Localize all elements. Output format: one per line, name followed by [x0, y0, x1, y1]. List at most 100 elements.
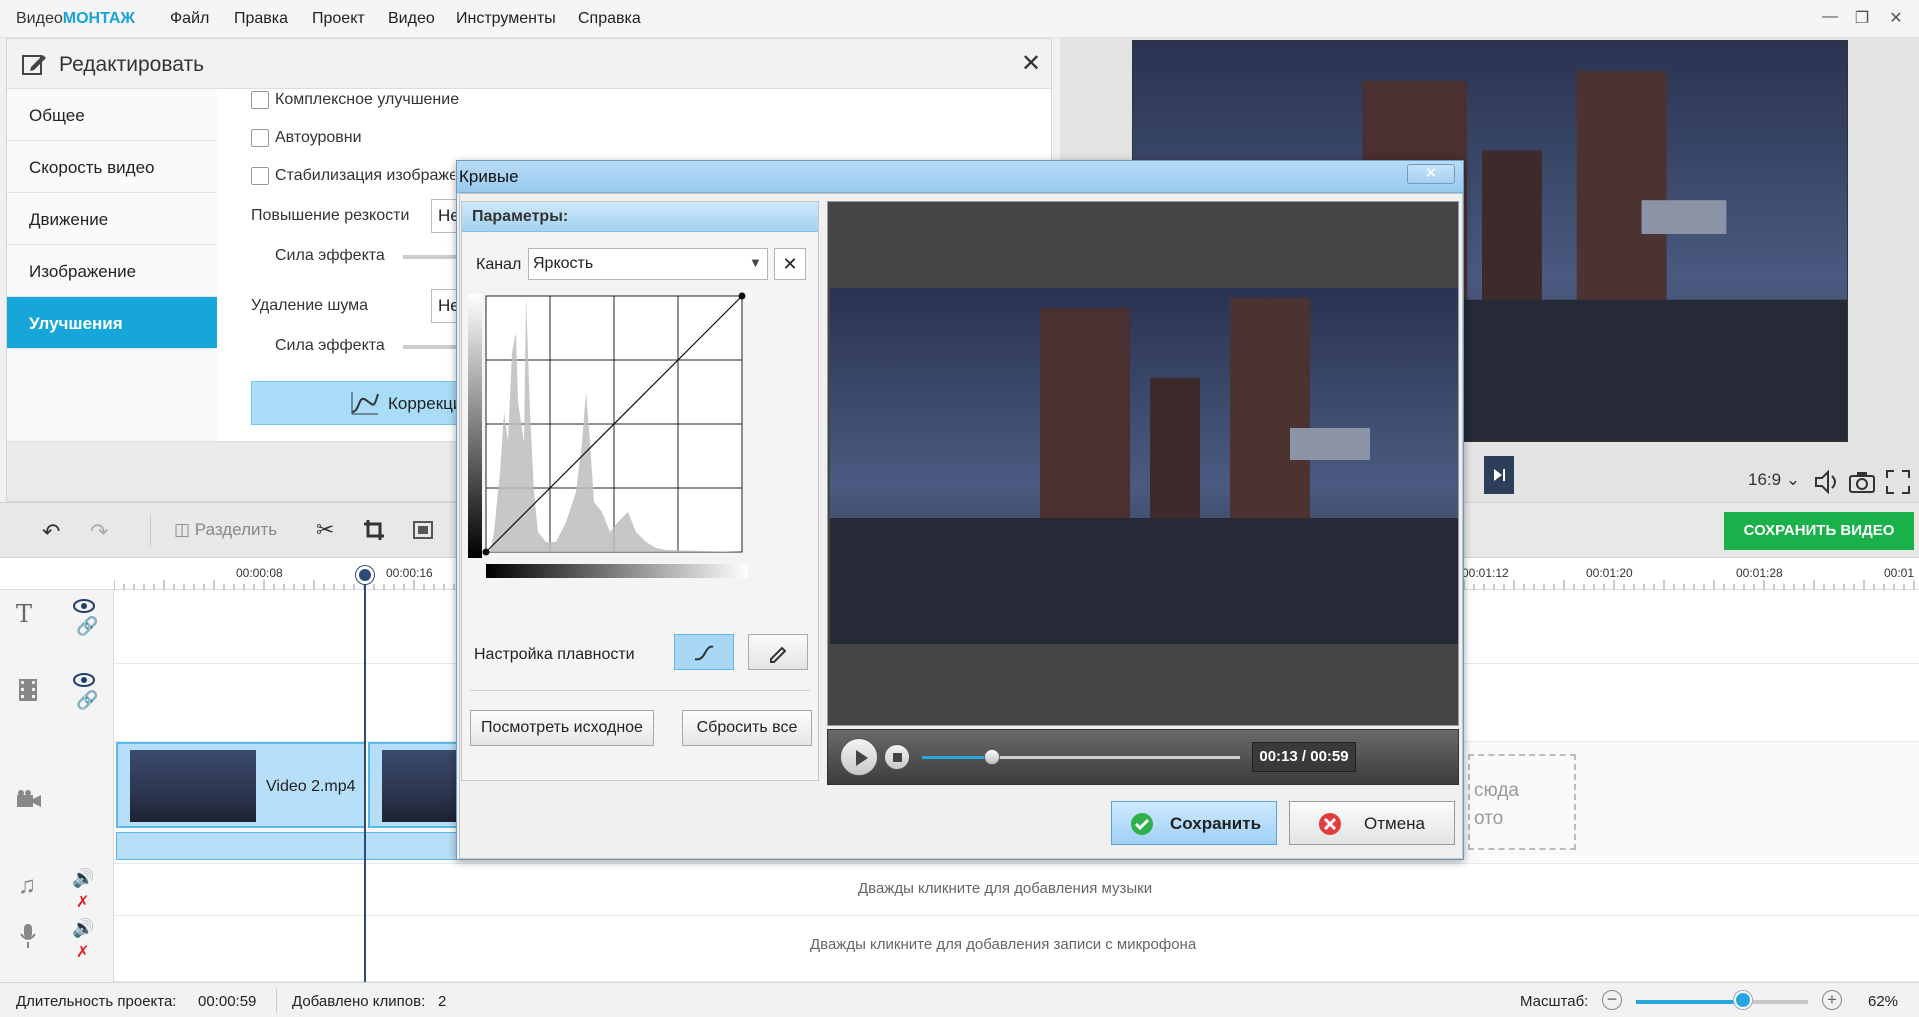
fullscreen-icon[interactable] — [1884, 468, 1912, 496]
eye-icon[interactable] — [72, 598, 96, 614]
checkbox-stabilization[interactable] — [251, 167, 269, 185]
view-original-button[interactable]: Посмотреть исходное — [470, 710, 654, 746]
camera-icon[interactable] — [1848, 468, 1876, 496]
link-icon[interactable]: 🔗 — [76, 616, 98, 637]
clips-label: Добавлено клипов: — [292, 993, 426, 1010]
crop-icon[interactable] — [362, 518, 386, 542]
tick-label: 00:00:08 — [236, 566, 283, 580]
vertical-gradient — [468, 294, 482, 558]
strength-slider-2[interactable] — [403, 345, 463, 349]
channel-select[interactable]: Яркость ▼ — [528, 248, 768, 280]
edit-panel-header: Редактировать ✕ — [7, 39, 1051, 89]
stop-button[interactable] — [884, 744, 910, 770]
skip-forward-icon — [1494, 469, 1505, 481]
mic-hint: Дважды кликните для добавления записи с … — [810, 936, 1197, 953]
nav-image[interactable]: Изображение — [7, 245, 217, 297]
eye-icon[interactable] — [72, 672, 96, 688]
zoom-in-icon[interactable]: + — [1822, 990, 1842, 1010]
correction-button[interactable]: Коррекция — [251, 381, 491, 425]
mic-track[interactable]: Дважды кликните для добавления записи с … — [114, 916, 1919, 982]
redo-icon[interactable]: ↷ — [90, 519, 108, 545]
zoom-value: 62% — [1868, 993, 1899, 1010]
checkbox-complex[interactable] — [251, 91, 269, 109]
time-display: 00:13 / 00:59 — [1252, 742, 1356, 772]
clips-value: 2 — [438, 993, 447, 1010]
menu-help[interactable]: Справка — [578, 10, 641, 28]
speaker-icon[interactable]: 🔊 — [72, 918, 94, 939]
music-hint: Дважды кликните для добавления музыки — [858, 880, 1153, 897]
params-divider — [470, 690, 810, 691]
play-button[interactable] — [840, 738, 878, 776]
music-track[interactable]: Дважды кликните для добавления музыки — [114, 864, 1919, 916]
speaker-icon[interactable]: 🔊 — [72, 868, 94, 889]
dialog-titlebar: Кривые ✕ — [457, 161, 1463, 193]
menu-file[interactable]: Файл — [170, 10, 209, 28]
menu-tools[interactable]: Инструменты — [456, 10, 556, 28]
zoom-out-icon[interactable]: − — [1602, 990, 1622, 1010]
music-note-icon: ♫ — [18, 872, 36, 899]
option-stabilization-label: Стабилизация изображения — [275, 167, 455, 184]
drop-zone[interactable]: сюда ото — [1468, 754, 1576, 850]
menu-video[interactable]: Видео — [388, 10, 435, 28]
reset-all-button[interactable]: Сбросить все — [682, 710, 812, 746]
aspect-ratio-value: 16:9 — [1748, 470, 1782, 489]
dialog-cancel-button[interactable]: Отмена — [1289, 801, 1455, 845]
curve-point-end[interactable] — [738, 292, 746, 300]
aspect-ratio-select[interactable]: 16:9 ⌄ — [1748, 470, 1800, 490]
zoom-slider-handle[interactable] — [1734, 991, 1752, 1009]
undo-icon[interactable]: ↶ — [42, 519, 60, 545]
frame-icon[interactable] — [412, 519, 434, 541]
volume-icon[interactable] — [1812, 468, 1842, 496]
track-controls: T 🔗 🔗 ♫ 🔊 ✗ 🔊 ✗ — [0, 590, 114, 982]
duration-value: 00:00:59 — [198, 993, 257, 1010]
pencil-toggle[interactable] — [748, 634, 808, 670]
curve-icon — [351, 392, 379, 415]
channel-reset-icon[interactable]: ✕ — [774, 248, 806, 280]
split-label: Разделить — [194, 520, 278, 539]
strength-slider-1[interactable] — [403, 255, 463, 259]
horizontal-gradient — [486, 564, 748, 578]
next-frame-button[interactable] — [1484, 456, 1514, 494]
close-icon[interactable]: ✕ — [1021, 49, 1041, 78]
save-video-button[interactable]: СОХРАНИТЬ ВИДЕО — [1724, 512, 1914, 550]
smooth-curve-toggle[interactable] — [674, 634, 734, 670]
unlink-icon[interactable]: ✗ — [76, 892, 89, 912]
curves-dialog: Кривые ✕ Параметры: Канал Яркость ▼ ✕ На… — [456, 160, 1464, 860]
seek-bar-fill — [922, 756, 992, 759]
checkbox-autolevels[interactable] — [251, 129, 269, 147]
split-button[interactable]: ◫ Разделить — [174, 520, 277, 540]
video-clip[interactable] — [368, 742, 462, 828]
tick-label: 00:01:20 — [1586, 566, 1633, 580]
dialog-preview — [827, 201, 1459, 726]
channel-label: Канал — [476, 256, 522, 273]
menu-edit[interactable]: Правка — [234, 10, 288, 28]
parameters-panel: Параметры: Канал Яркость ▼ ✕ Настройка п… — [461, 201, 819, 781]
dialog-save-button[interactable]: Сохранить — [1111, 801, 1277, 845]
curves-editor[interactable] — [466, 292, 816, 592]
playhead-handle[interactable] — [356, 566, 374, 584]
video-clip[interactable]: Video 2.mp4 — [116, 742, 366, 828]
video-camera-icon — [17, 790, 41, 807]
seek-bar-handle[interactable] — [983, 749, 1000, 765]
nav-speed[interactable]: Скорость видео — [7, 141, 217, 193]
menu-project[interactable]: Проект — [312, 10, 365, 28]
curve-point-start[interactable] — [482, 548, 490, 556]
dialog-title: Кривые — [459, 167, 519, 186]
restore-icon[interactable]: ❐ — [1850, 8, 1874, 30]
nav-enhancements[interactable]: Улучшения — [7, 297, 217, 349]
unlink-icon[interactable]: ✗ — [76, 942, 89, 962]
strength-label-2: Сила эффекта — [275, 337, 385, 354]
clip-thumbnail — [382, 750, 462, 822]
close-window-icon[interactable]: ✕ — [1884, 8, 1908, 30]
dialog-close-icon[interactable]: ✕ — [1407, 164, 1455, 184]
scissors-icon[interactable]: ✂ — [316, 517, 334, 543]
status-bar: Длительность проекта: 00:00:59 Добавлено… — [0, 982, 1919, 1017]
nav-motion[interactable]: Движение — [7, 193, 217, 245]
nav-general[interactable]: Общее — [7, 89, 217, 141]
minimize-icon[interactable]: — — [1818, 8, 1842, 30]
playhead[interactable] — [364, 566, 366, 982]
toolbar-divider — [150, 515, 151, 547]
link-icon[interactable]: 🔗 — [76, 690, 98, 711]
zoom-slider-fill — [1636, 1000, 1742, 1004]
smoothness-label: Настройка плавности — [474, 646, 635, 663]
